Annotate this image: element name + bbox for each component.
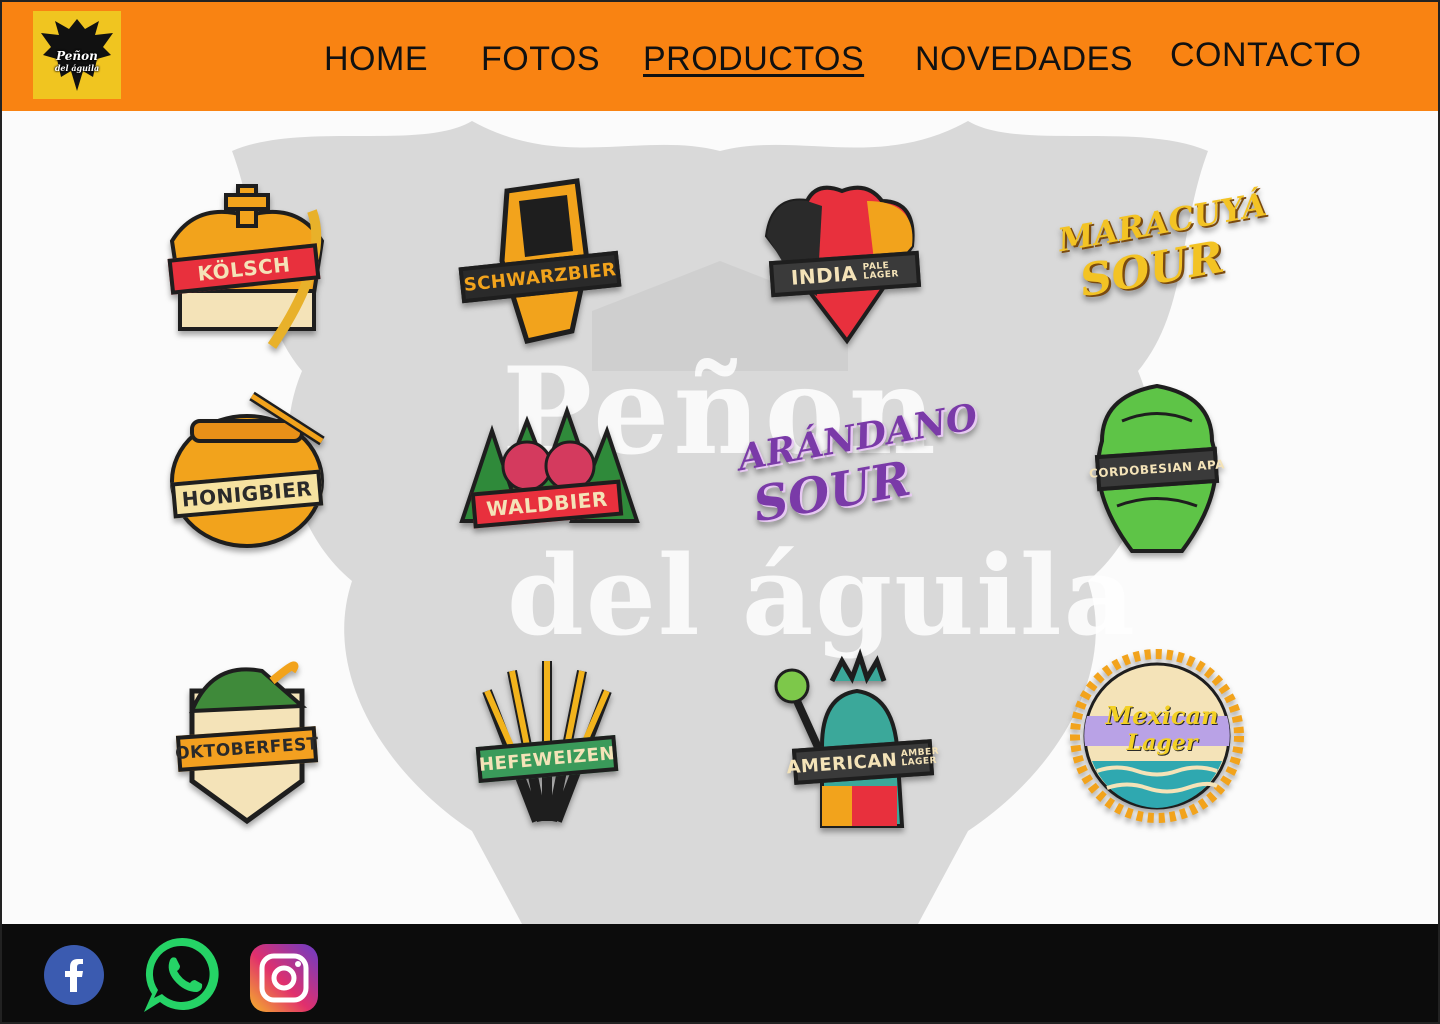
- logo-wordmark: Peñon del águila: [33, 49, 121, 74]
- product-title: Mexican: [1105, 701, 1219, 730]
- brand-logo[interactable]: Peñon del águila: [33, 11, 121, 99]
- product-maracuya-sour[interactable]: MARACUYÁ SOUR: [1055, 176, 1269, 356]
- nav-novedades[interactable]: NOVEDADES: [915, 40, 1133, 79]
- product-name: INDIA: [790, 261, 858, 290]
- product-hefeweizen[interactable]: HEFEWEIZEN: [452, 651, 642, 831]
- product-honigbier[interactable]: HONIGBIER: [152, 386, 342, 566]
- product-schwarzbier[interactable]: SCHWARZBIER: [447, 171, 637, 351]
- facebook-icon: [44, 945, 104, 1005]
- product-india-pale-lager[interactable]: INDIA PALE LAGER: [747, 176, 937, 356]
- product-subtitle: AMBER LAGER: [900, 746, 940, 769]
- products-section: Peñon del águila KÖLSCH SCHWARZBIER INDI…: [2, 111, 1438, 924]
- instagram-icon: [250, 944, 318, 1012]
- product-oktoberfest[interactable]: OKTOBERFEST: [152, 651, 342, 831]
- whatsapp-icon: [144, 937, 219, 1012]
- product-waldbier[interactable]: WALDBIER: [452, 391, 642, 571]
- product-subtitle: Lager: [1126, 730, 1198, 756]
- nav-productos[interactable]: PRODUCTOS: [643, 40, 864, 79]
- product-arandano-sour[interactable]: ARÁNDANO SOUR: [735, 396, 981, 576]
- product-american-amber-lager[interactable]: AMERICAN AMBER LAGER: [762, 648, 952, 836]
- facebook-link[interactable]: [43, 944, 105, 1006]
- site-header: Peñon del águila HOME FOTOS PRODUCTOS NO…: [0, 0, 1440, 111]
- nav-home[interactable]: HOME: [324, 40, 428, 79]
- product-name: AMERICAN: [785, 749, 898, 778]
- logo-line1: Peñon: [56, 49, 98, 63]
- site-footer: [0, 924, 1440, 1024]
- logo-line2: del águila: [54, 63, 100, 73]
- product-cordobesian-apa[interactable]: CORDOBESIAN APA: [1062, 381, 1252, 561]
- product-subtitle: PALE LAGER: [862, 260, 900, 282]
- product-mexican-lager[interactable]: Mexican Lager: [1067, 646, 1257, 826]
- nav-fotos[interactable]: FOTOS: [481, 40, 600, 79]
- product-kolsch[interactable]: KÖLSCH: [152, 181, 342, 361]
- whatsapp-link[interactable]: [140, 932, 224, 1016]
- nav-contacto[interactable]: CONTACTO: [1170, 36, 1362, 75]
- instagram-link[interactable]: [250, 944, 318, 1012]
